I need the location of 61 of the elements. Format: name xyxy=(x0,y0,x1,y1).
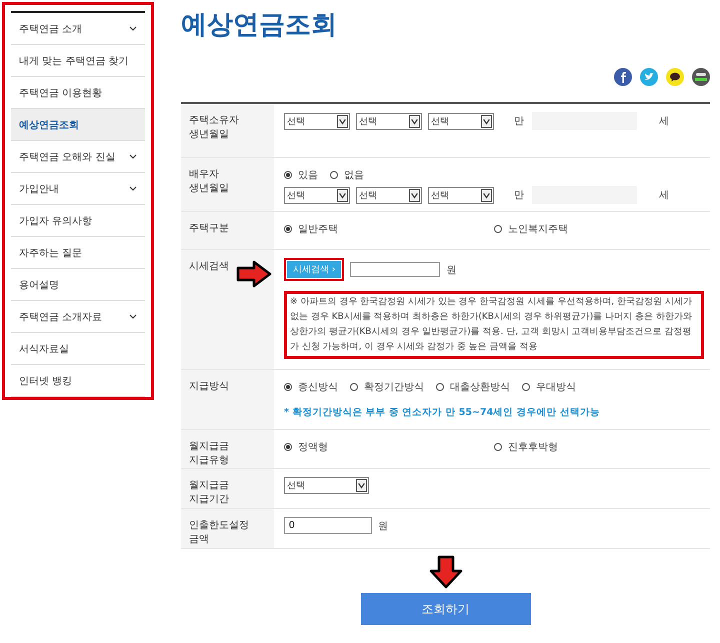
radio-option[interactable]: 있음 xyxy=(284,168,318,182)
arrow-icon xyxy=(428,555,462,589)
select-dropdown[interactable]: 선택 xyxy=(284,112,350,130)
radio-icon[interactable] xyxy=(494,443,502,451)
radio-icon[interactable] xyxy=(436,383,444,391)
band-icon[interactable] xyxy=(692,68,710,86)
radio-option[interactable]: 정액형 xyxy=(284,440,328,454)
bird-icon[interactable] xyxy=(640,68,658,86)
select-dropdown[interactable]: 선택 xyxy=(428,112,494,130)
radio-icon[interactable] xyxy=(522,383,530,391)
radio-icon[interactable] xyxy=(284,383,292,391)
caret-icon xyxy=(409,114,420,128)
price-field[interactable] xyxy=(350,262,440,277)
select-dropdown[interactable]: 선택 xyxy=(284,477,369,494)
field-label: 주택구분 xyxy=(189,222,229,236)
facebook-icon[interactable] xyxy=(614,68,632,86)
note-text: * 확정기간방식은 부부 중 연소자가 만 55~74세인 경우에만 선택가능 xyxy=(284,406,601,419)
radio-icon[interactable] xyxy=(284,225,292,233)
caret-icon xyxy=(481,188,492,202)
age-unit: 세 xyxy=(659,115,669,128)
field-label: 주택소유자 생년월일 xyxy=(189,114,239,142)
unit-label: 원 xyxy=(446,264,456,276)
select-dropdown[interactable]: 선택 xyxy=(428,186,494,204)
speech-bubble-icon[interactable] xyxy=(666,68,684,86)
radio-option[interactable]: 확정기간방식 xyxy=(350,380,424,394)
radio-option[interactable]: 없음 xyxy=(330,168,364,182)
field-label: 지급방식 xyxy=(189,380,229,394)
radio-option[interactable]: 노인복지주택 xyxy=(494,222,568,236)
radio-icon[interactable] xyxy=(330,171,338,179)
radio-option[interactable]: 대출상환방식 xyxy=(436,380,510,394)
radio-option[interactable]: 종신방식 xyxy=(284,380,338,394)
select-dropdown[interactable]: 선택 xyxy=(356,186,422,204)
field-label: 인출한도설정 금액 xyxy=(189,519,249,547)
sidebar-item[interactable]: 예상연금조회 xyxy=(11,109,145,141)
notice-text: ※ 아파트의 경우 한국감정원 시세가 있는 경우 한국감정원 시세를 우선적용하며, 한국감정원 시세가 없는 경우 KB시세를 적용하며 최하층은 하한가(KB시세의 경우 하위평균가)를 나머지 층은 하한가와 상한가의 평균가(KB시세의 경우 일반평균가)를 적용. 단, 고객 희망시 고객비용부담조건으로 감정평가 신청 가능하며, 이 경우 시세와 감정가 중 높은 금액을 적용 xyxy=(284,291,704,359)
unit-label: 원 xyxy=(378,520,388,532)
caret-icon xyxy=(337,188,348,202)
radio-icon[interactable] xyxy=(350,383,358,391)
caret-icon xyxy=(409,188,420,202)
age-prefix: 만 xyxy=(514,115,524,128)
age-unit: 세 xyxy=(659,189,669,202)
age-prefix: 만 xyxy=(514,189,524,202)
caret-icon xyxy=(481,114,492,128)
caret-icon xyxy=(356,479,367,492)
arrow-icon xyxy=(236,260,272,288)
radio-icon[interactable] xyxy=(284,443,292,451)
amount-field[interactable]: 0 xyxy=(284,517,372,534)
caret-icon xyxy=(337,114,348,128)
field-label: 월지급금 지급기간 xyxy=(189,479,229,507)
select-dropdown[interactable]: 선택 xyxy=(284,186,350,204)
page-title: 예상연금조회 xyxy=(181,10,338,40)
field-label: 배우자 생년월일 xyxy=(189,168,229,196)
submit-button[interactable]: 조회하기 xyxy=(360,593,530,625)
radio-option[interactable]: 진후후박형 xyxy=(494,440,558,454)
radio-option[interactable]: 일반주택 xyxy=(284,222,338,236)
field-label: 시세검색 xyxy=(189,260,229,274)
radio-option[interactable]: 우대방식 xyxy=(522,380,576,394)
radio-icon[interactable] xyxy=(284,171,292,179)
select-dropdown[interactable]: 선택 xyxy=(356,112,422,130)
radio-icon[interactable] xyxy=(494,225,502,233)
field-label: 월지급금 지급유형 xyxy=(189,440,229,468)
